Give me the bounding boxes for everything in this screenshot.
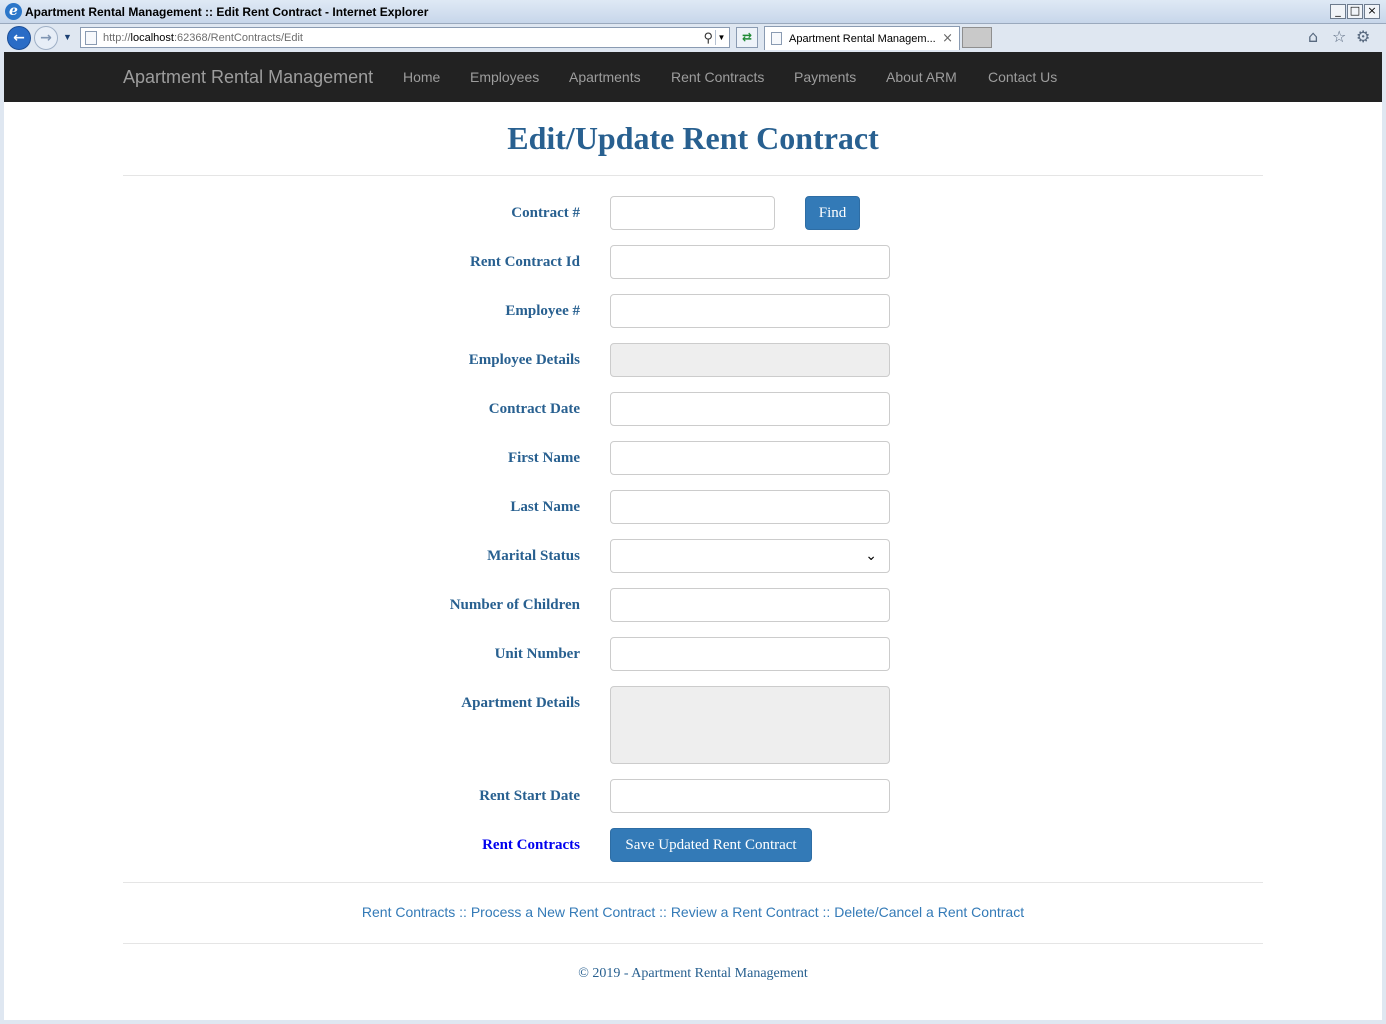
new-tab-button[interactable] xyxy=(962,27,992,48)
first-name-label: First Name xyxy=(507,450,580,466)
footer-link-rent-contracts[interactable]: Rent Contracts xyxy=(362,904,455,920)
back-button[interactable]: ← xyxy=(7,26,31,50)
page-title: Edit/Update Rent Contract xyxy=(507,120,879,156)
rent-contract-id-label: Rent Contract Id xyxy=(470,254,580,270)
apartment-details-label: Apartment Details xyxy=(461,695,580,711)
copyright-text: © 2019 - Apartment Rental Management xyxy=(578,966,808,981)
favorites-star-icon[interactable]: ☆ xyxy=(1332,28,1346,46)
employee-details-field xyxy=(610,343,890,377)
rent-start-date-input[interactable] xyxy=(610,779,890,813)
unit-number-label: Unit Number xyxy=(494,646,580,662)
footer-link-process-new-rent-contract[interactable]: Process a New Rent Contract xyxy=(471,904,655,920)
nav-payments[interactable]: Payments xyxy=(794,69,856,85)
rent-contracts-link[interactable]: Rent Contracts xyxy=(482,836,580,854)
maximize-button[interactable]: □ xyxy=(1347,4,1363,19)
search-icon[interactable]: ⚲ xyxy=(703,30,713,46)
page-icon xyxy=(85,31,97,45)
employee-details-label: Employee Details xyxy=(468,352,580,368)
window-frame-bottom xyxy=(0,1020,1386,1024)
employee-number-label: Employee # xyxy=(505,303,580,319)
last-name-label: Last Name xyxy=(510,499,580,515)
footer-separator: :: xyxy=(459,904,467,920)
contract-date-input[interactable] xyxy=(610,392,890,426)
form-divider xyxy=(123,882,1263,883)
forward-button[interactable]: → xyxy=(34,26,58,50)
window-frame-right xyxy=(1382,52,1386,1024)
window-title-bar: e Apartment Rental Management :: Edit Re… xyxy=(0,0,1386,24)
close-window-button[interactable]: × xyxy=(1364,4,1380,19)
apartment-details-field xyxy=(610,686,890,764)
footer-separator: :: xyxy=(822,904,831,920)
number-of-children-input[interactable] xyxy=(610,588,890,622)
number-of-children-label: Number of Children xyxy=(449,597,580,613)
ie-logo-icon: e xyxy=(5,3,22,20)
find-button[interactable]: Find xyxy=(805,196,860,230)
tab-title[interactable]: Apartment Rental Managem... xyxy=(789,33,936,46)
title-divider xyxy=(123,175,1263,176)
rent-contract-id-input[interactable] xyxy=(610,245,890,279)
chevron-down-icon[interactable]: ⌄ xyxy=(865,548,877,564)
footer-link-review-rent-contract[interactable]: Review a Rent Contract xyxy=(671,904,819,920)
save-updated-rent-contract-button[interactable]: Save Updated Rent Contract xyxy=(610,828,812,862)
browser-toolbar: ← → ▼ http://localhost:62368/RentContrac… xyxy=(0,24,1386,52)
first-name-input[interactable] xyxy=(610,441,890,475)
nav-apartments[interactable]: Apartments xyxy=(569,69,641,85)
brand-link[interactable]: Apartment Rental Management xyxy=(123,67,373,87)
footer-separator: :: xyxy=(659,904,667,920)
footer-divider xyxy=(123,943,1263,944)
marital-status-label: Marital Status xyxy=(487,548,580,564)
footer-links: Rent Contracts :: Process a New Rent Con… xyxy=(4,904,1382,920)
browser-tab[interactable]: Apartment Rental Managem... × xyxy=(764,26,960,50)
address-bar[interactable]: http://localhost:62368/RentContracts/Edi… xyxy=(80,27,730,48)
marital-status-select[interactable]: ⌄ xyxy=(610,539,890,573)
nav-about-arm[interactable]: About ARM xyxy=(886,69,957,85)
nav-home[interactable]: Home xyxy=(403,69,440,85)
contract-number-label: Contract # xyxy=(511,205,580,221)
refresh-icon[interactable]: ⇄ xyxy=(736,27,758,48)
footer-link-delete-cancel-rent-contract[interactable]: Delete/Cancel a Rent Contract xyxy=(834,904,1024,920)
contract-date-label: Contract Date xyxy=(488,401,580,417)
tools-gear-icon[interactable]: ⚙ xyxy=(1356,28,1370,46)
unit-number-input[interactable] xyxy=(610,637,890,671)
contract-number-input[interactable] xyxy=(610,196,775,230)
recent-pages-dropdown-icon[interactable]: ▼ xyxy=(63,32,72,42)
home-icon[interactable]: ⌂ xyxy=(1308,28,1318,46)
nav-employees[interactable]: Employees xyxy=(470,69,539,85)
page-viewport: Apartment Rental Management Home Employe… xyxy=(4,52,1382,1020)
last-name-input[interactable] xyxy=(610,490,890,524)
tab-close-icon[interactable]: × xyxy=(942,31,953,46)
tab-page-icon xyxy=(771,32,782,45)
employee-number-input[interactable] xyxy=(610,294,890,328)
site-navbar: Apartment Rental Management Home Employe… xyxy=(4,52,1382,102)
rent-start-date-label: Rent Start Date xyxy=(479,788,580,804)
minimize-button[interactable]: _ xyxy=(1330,4,1346,19)
window-title: Apartment Rental Management :: Edit Rent… xyxy=(25,5,429,19)
nav-contact-us[interactable]: Contact Us xyxy=(988,69,1057,85)
address-dropdown-icon[interactable]: ▼ xyxy=(715,30,727,45)
nav-rent-contracts[interactable]: Rent Contracts xyxy=(671,69,764,85)
address-url[interactable]: http://localhost:62368/RentContracts/Edi… xyxy=(103,32,303,45)
